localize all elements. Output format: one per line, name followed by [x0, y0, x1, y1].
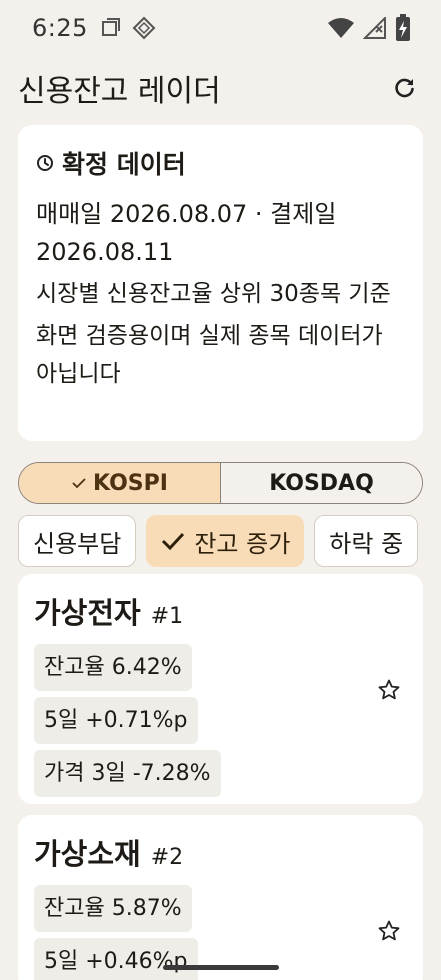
refresh-button[interactable] — [387, 70, 423, 106]
stock-rank: #1 — [150, 604, 184, 629]
chip-balance-increase-label: 잔고 증가 — [194, 529, 291, 558]
chip-credit-burden-label: 신용부담 — [33, 529, 122, 558]
chip-falling-label: 하락 중 — [329, 529, 404, 558]
notification-icon — [101, 18, 120, 36]
signal-icon — [363, 17, 386, 39]
trade-date-text: 매매일 2026.08.07 · 결제일 — [36, 200, 337, 228]
tab-kospi-label: KOSPI — [93, 470, 168, 496]
home-indicator[interactable] — [163, 965, 279, 970]
check-icon — [162, 532, 185, 551]
disclaimer-text: 화면 검증용이며 실제 종목 데이터가 아닙니다 — [36, 323, 383, 387]
page-title: 신용잔고 레이더 — [18, 74, 221, 109]
settlement-date-text: 2026.08.11 — [36, 238, 174, 266]
app-status-icon — [132, 16, 156, 40]
stock-name: 가상소재 — [34, 837, 141, 871]
tab-kospi[interactable]: KOSPI — [19, 463, 221, 503]
battery-icon — [396, 14, 410, 41]
market-segmented-control: KOSPI KOSDAQ — [18, 462, 423, 504]
chip-balance-increase[interactable]: 잔고 증가 — [146, 515, 305, 567]
stock-rank: #2 — [150, 845, 184, 870]
five-day-change-badge: 5일 +0.46%p — [34, 938, 198, 980]
balance-ratio-badge: 잔고율 6.42% — [34, 644, 192, 691]
filter-chip-row: 신용부담 잔고 증가 하락 중 — [18, 515, 441, 567]
clock-icon — [37, 155, 53, 171]
status-bar: 6:25 — [0, 0, 441, 56]
price-change-badge: 가격 3일 -7.28% — [34, 750, 221, 797]
wifi-icon — [328, 18, 354, 38]
balance-ratio-badge: 잔고율 5.87% — [34, 885, 192, 932]
chip-falling[interactable]: 하락 중 — [314, 515, 419, 567]
tab-kosdaq-label: KOSDAQ — [269, 470, 374, 496]
status-time: 6:25 — [32, 14, 88, 42]
refresh-icon — [395, 78, 414, 98]
info-title: 확정 데이터 — [62, 150, 186, 179]
favorite-star-icon[interactable] — [377, 678, 401, 702]
data-info-card: 확정 데이터 매매일 2026.08.07 · 결제일 2026.08.11 시… — [18, 125, 423, 441]
stock-name: 가상전자 — [34, 596, 141, 630]
stock-card[interactable]: 가상전자 #1 잔고율 6.42% 5일 +0.71%p 가격 3일 -7.28… — [18, 574, 423, 804]
five-day-change-badge: 5일 +0.71%p — [34, 697, 198, 744]
check-icon — [72, 478, 86, 489]
favorite-star-icon[interactable] — [377, 919, 401, 943]
app-bar: 신용잔고 레이더 — [0, 60, 441, 116]
tab-kosdaq[interactable]: KOSDAQ — [221, 463, 422, 503]
basis-text: 시장별 신용잔고율 상위 30종목 기준 — [36, 281, 391, 307]
chip-credit-burden[interactable]: 신용부담 — [18, 515, 137, 567]
stock-card[interactable]: 가상소재 #2 잔고율 5.87% 5일 +0.46%p — [18, 815, 423, 980]
